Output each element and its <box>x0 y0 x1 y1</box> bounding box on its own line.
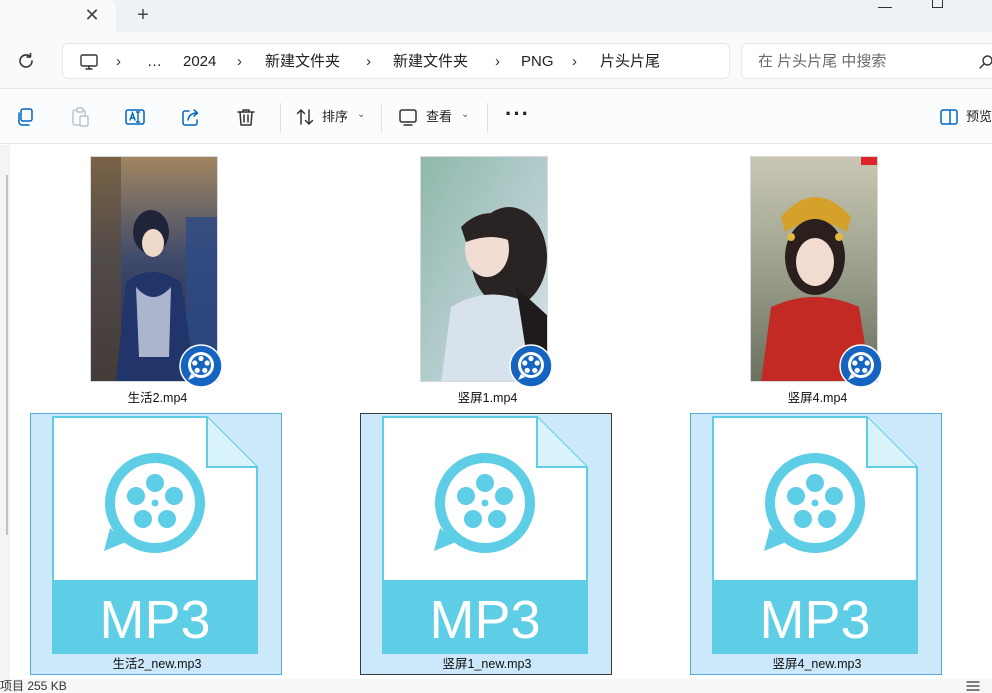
breadcrumb-separator: › <box>572 53 577 70</box>
file-name[interactable]: 竖屏4.mp4 <box>750 390 885 406</box>
status-bar: 项目 255 KB <box>0 679 992 693</box>
file-item-selected[interactable]: MP3 生活2_new.mp3 <box>30 413 282 675</box>
search-input[interactable]: 在 片头片尾 中搜索 <box>758 52 886 72</box>
maximize-icon[interactable] <box>932 0 943 8</box>
address-bar[interactable]: › … 2024 › 新建文件夹 › 新建文件夹 › PNG › 片头片尾 <box>62 43 730 79</box>
file-type-label: MP3 <box>759 590 870 650</box>
toolbar-divider <box>487 103 488 133</box>
file-type-label: MP3 <box>99 590 210 650</box>
breadcrumb-overflow[interactable]: … <box>147 52 162 72</box>
file-item-focused[interactable]: MP3 竖屏1_new.mp3 <box>360 413 612 675</box>
refresh-icon[interactable] <box>14 49 38 73</box>
share-icon[interactable] <box>180 106 202 128</box>
breadcrumb-separator: › <box>366 53 371 70</box>
preview-pane-icon[interactable] <box>938 106 960 128</box>
file-name[interactable]: 生活2.mp4 <box>90 390 225 406</box>
mp3-file-icon: MP3 <box>382 416 588 654</box>
toolbar-divider <box>381 103 382 133</box>
paste-icon[interactable] <box>69 106 91 128</box>
minimize-icon[interactable] <box>878 0 892 8</box>
sort-icon[interactable] <box>294 106 316 128</box>
computer-icon[interactable] <box>79 52 99 72</box>
details-view-icon[interactable] <box>966 680 980 692</box>
search-box[interactable]: 在 片头片尾 中搜索 <box>741 43 992 79</box>
mp3-file-icon: MP3 <box>712 416 918 654</box>
close-tab-icon[interactable]: ✕ <box>82 4 102 26</box>
file-name[interactable]: 竖屏4_new.mp3 <box>691 656 943 672</box>
breadcrumb-png[interactable]: PNG <box>521 52 554 72</box>
file-list: 生活2.mp4 竖屏1.mp4 竖屏4.mp4 MP3 生活2_new.mp3 … <box>0 145 992 679</box>
file-name[interactable]: 竖屏1.mp4 <box>420 390 555 406</box>
breadcrumb-new-folder-2[interactable]: 新建文件夹 <box>393 52 468 72</box>
file-type-label: MP3 <box>429 590 540 650</box>
view-button[interactable]: 查看 <box>426 108 452 126</box>
view-icon[interactable] <box>397 106 419 128</box>
mp3-file-icon: MP3 <box>52 416 258 654</box>
scrollbar[interactable] <box>6 175 8 535</box>
video-player-icon <box>509 344 553 388</box>
navigation-bar: › … 2024 › 新建文件夹 › 新建文件夹 › PNG › 片头片尾 在 … <box>0 32 992 89</box>
breadcrumb-separator: › <box>116 53 121 70</box>
video-player-icon <box>179 344 223 388</box>
breadcrumb-2024[interactable]: 2024 <box>183 52 216 72</box>
view-chevron-down-icon[interactable]: ⌄ <box>461 109 469 120</box>
file-name[interactable]: 生活2_new.mp3 <box>31 656 283 672</box>
preview-button[interactable]: 预览 <box>966 108 992 126</box>
search-icon[interactable] <box>978 54 992 70</box>
status-text: 项目 255 KB <box>0 679 67 693</box>
rename-icon[interactable] <box>124 106 146 128</box>
sort-button[interactable]: 排序 <box>322 108 348 126</box>
breadcrumb-separator: › <box>237 53 242 70</box>
command-bar: 排序 ⌄ 查看 ⌄ ··· 预览 <box>0 90 992 144</box>
video-player-icon <box>839 344 883 388</box>
more-options-button[interactable]: ··· <box>505 103 530 125</box>
active-tab[interactable]: ✕ <box>0 0 116 32</box>
delete-icon[interactable] <box>235 106 257 128</box>
breadcrumb-separator: › <box>495 53 500 70</box>
file-item-selected[interactable]: MP3 竖屏4_new.mp3 <box>690 413 942 675</box>
copy-icon[interactable] <box>14 106 36 128</box>
toolbar-divider <box>280 103 281 133</box>
navigation-pane-edge <box>0 145 10 679</box>
sort-chevron-down-icon[interactable]: ⌄ <box>357 109 365 120</box>
file-name[interactable]: 竖屏1_new.mp3 <box>361 656 613 672</box>
new-tab-button[interactable]: + <box>133 4 153 26</box>
breadcrumb-new-folder-1[interactable]: 新建文件夹 <box>265 52 340 72</box>
breadcrumb-current-folder[interactable]: 片头片尾 <box>600 52 660 72</box>
tab-strip: ✕ + <box>0 0 992 32</box>
